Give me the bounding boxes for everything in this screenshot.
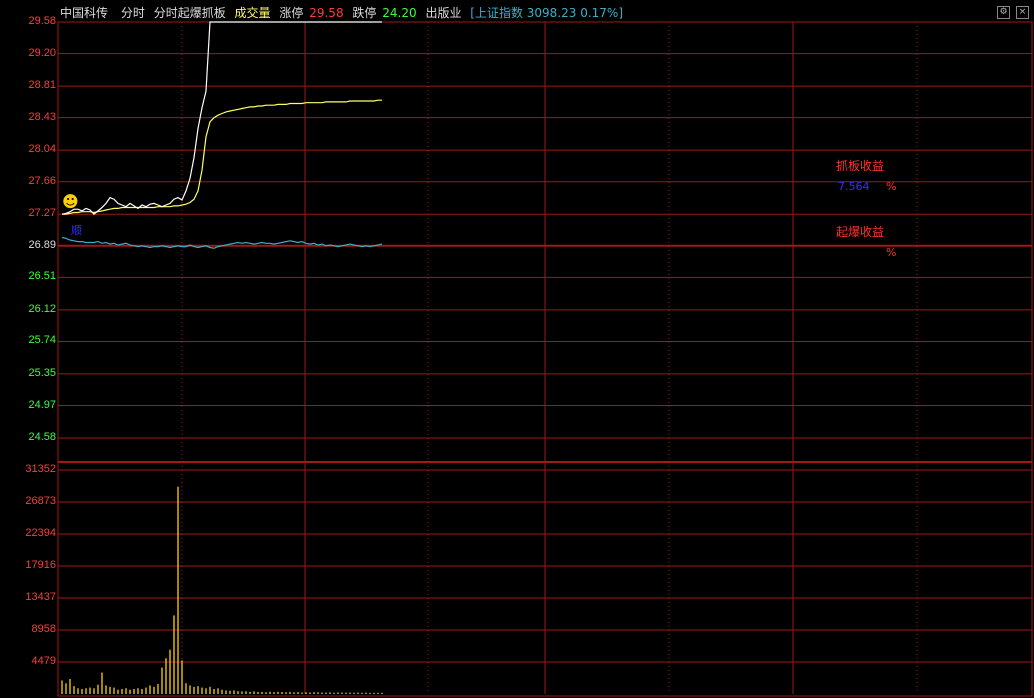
price-tick-label: 24.58 [28,431,56,443]
volume-tick-label: 8958 [31,622,56,635]
limit-up-label: 涨停 [279,6,304,20]
breakout-percent: % [886,246,897,259]
index-quote[interactable]: [上证指数 3098.23 0.17%] [470,6,623,20]
price-tick-label: 26.89 [28,238,56,251]
limit-down-label: 跌停 [352,6,377,20]
volume-tick-label: 13437 [25,590,56,603]
price-tick-label: 25.74 [28,334,56,347]
price-tick-label: 28.43 [28,110,56,123]
volume-label: 成交量 [234,6,271,20]
limit-up-value: 29.58 [309,6,344,20]
grab-board-label: 抓板收益 [836,159,885,173]
volume-tick-label: 4479 [31,654,56,667]
volume-tick-label: 26873 [25,495,56,507]
stock-name[interactable]: 中国科传 [60,6,108,20]
chart-grid [57,21,1033,697]
price-tick-label: 26.12 [28,302,56,315]
mode-label[interactable]: 分时 [121,6,145,20]
price-tick-label: 27.27 [28,207,56,220]
volume-tick-label: 31352 [25,463,56,475]
limit-down-value: 24.20 [382,6,417,20]
price-tick-label: 27.66 [28,174,56,187]
signal-marker: 顺 [71,224,82,237]
sector-label[interactable]: 出版业 [425,6,461,20]
close-icon[interactable]: × [1016,6,1029,19]
smiley-icon: ☻ [62,192,79,211]
price-tick-label: 29.58 [28,15,56,27]
breakout-label: 起爆收益 [836,225,885,239]
price-tick-label: 28.81 [28,79,56,92]
grab-board-percent: % [886,180,897,193]
settings-icon[interactable]: ⚙ [997,6,1010,19]
series-layer [61,21,383,694]
price-tick-label: 24.97 [28,398,56,411]
price-tick-label: 28.04 [28,143,56,156]
price-tick-label: 29.20 [28,46,56,59]
indicator-name[interactable]: 分时起爆抓板 [154,6,226,20]
volume-tick-label: 22394 [25,527,56,539]
price-tick-label: 25.35 [28,366,56,379]
volume-tick-label: 17916 [25,558,56,571]
chart-header: 中国科传 分时 分时起爆抓板 成交量 涨停 29.58 跌停 24.20 出版业… [60,4,628,22]
grab-board-value: 7.564 [838,180,870,193]
intraday-chart[interactable] [0,0,1034,698]
price-tick-label: 26.51 [28,270,56,283]
